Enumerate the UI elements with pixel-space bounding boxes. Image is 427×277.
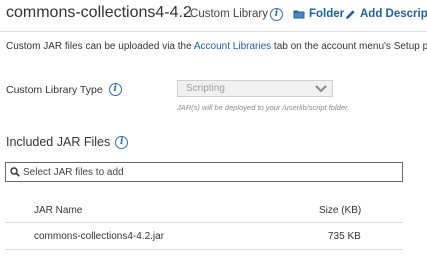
column-header-size[interactable]: Size (KB) [319, 205, 361, 216]
jar-name-cell: commons-collections4-4.2.jar [34, 231, 165, 242]
library-type-label-text: Custom Library Type [6, 83, 103, 96]
library-type-label: Custom Library Type i [6, 83, 122, 96]
account-libraries-link[interactable]: Account Libraries [193, 41, 272, 52]
included-jar-files-title: Included JAR Files [6, 135, 111, 149]
column-header-jar-name[interactable]: JAR Name [34, 205, 82, 216]
library-type-selected-value: Scripting [186, 83, 225, 94]
library-type-select[interactable]: Scripting [177, 80, 333, 97]
folder-icon [293, 10, 305, 19]
chevron-down-icon [315, 85, 327, 93]
jar-search-box[interactable] [5, 162, 403, 182]
search-icon [10, 167, 20, 177]
add-description-link[interactable]: Add Description [345, 8, 427, 20]
jar-table-header: JAR Name Size (KB) [5, 198, 403, 223]
page-title: commons-collections4-4.2 [6, 4, 192, 21]
info-icon[interactable]: i [270, 8, 283, 21]
table-row[interactable]: commons-collections4-4.2.jar 735 KB [5, 223, 403, 250]
info-icon[interactable]: i [108, 83, 122, 96]
jar-search-input[interactable] [23, 166, 383, 178]
page-header: commons-collections4-4.2 - Custom Librar… [6, 4, 427, 26]
notice-text-end: tab on the account menu's Setup page. [273, 41, 427, 52]
library-type-hint: JAR(s) will be deployed to your /userlib… [177, 103, 350, 112]
info-icon[interactable]: i [115, 135, 129, 149]
page-subtitle: - Custom Library [183, 8, 268, 20]
notice-text-start: Custom JAR files can be uploaded via the [6, 41, 194, 52]
jar-size-cell: 735 KB [328, 231, 361, 242]
folder-link-label: Folder [309, 8, 345, 20]
upload-notice: Custom JAR files can be uploaded via the… [6, 41, 427, 52]
header-divider [0, 31, 427, 32]
folder-link[interactable]: Folder [293, 8, 344, 20]
pencil-icon [346, 9, 355, 19]
included-jar-files-heading: Included JAR Files i [6, 135, 129, 149]
add-description-label: Add Description [360, 8, 427, 20]
